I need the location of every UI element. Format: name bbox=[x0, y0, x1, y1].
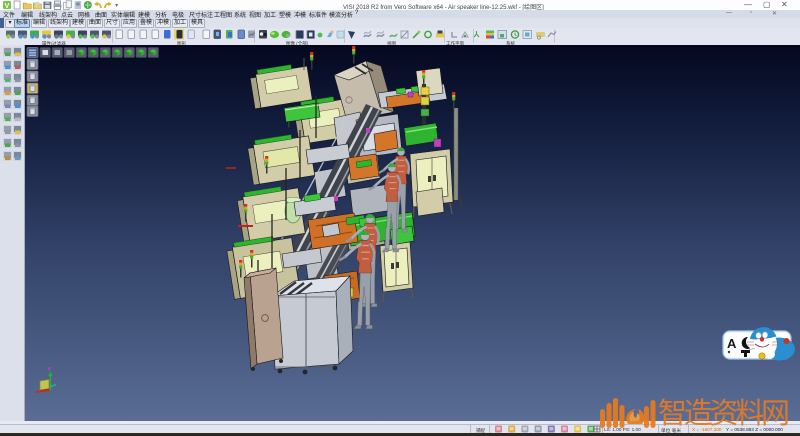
svg-text:Y: Y bbox=[48, 367, 52, 373]
svg-text:A: A bbox=[727, 336, 737, 351]
svg-text:V: V bbox=[5, 3, 10, 10]
svg-text:智造资料网: 智造资料网 bbox=[658, 397, 790, 430]
svg-text:▾: ▾ bbox=[115, 3, 118, 9]
